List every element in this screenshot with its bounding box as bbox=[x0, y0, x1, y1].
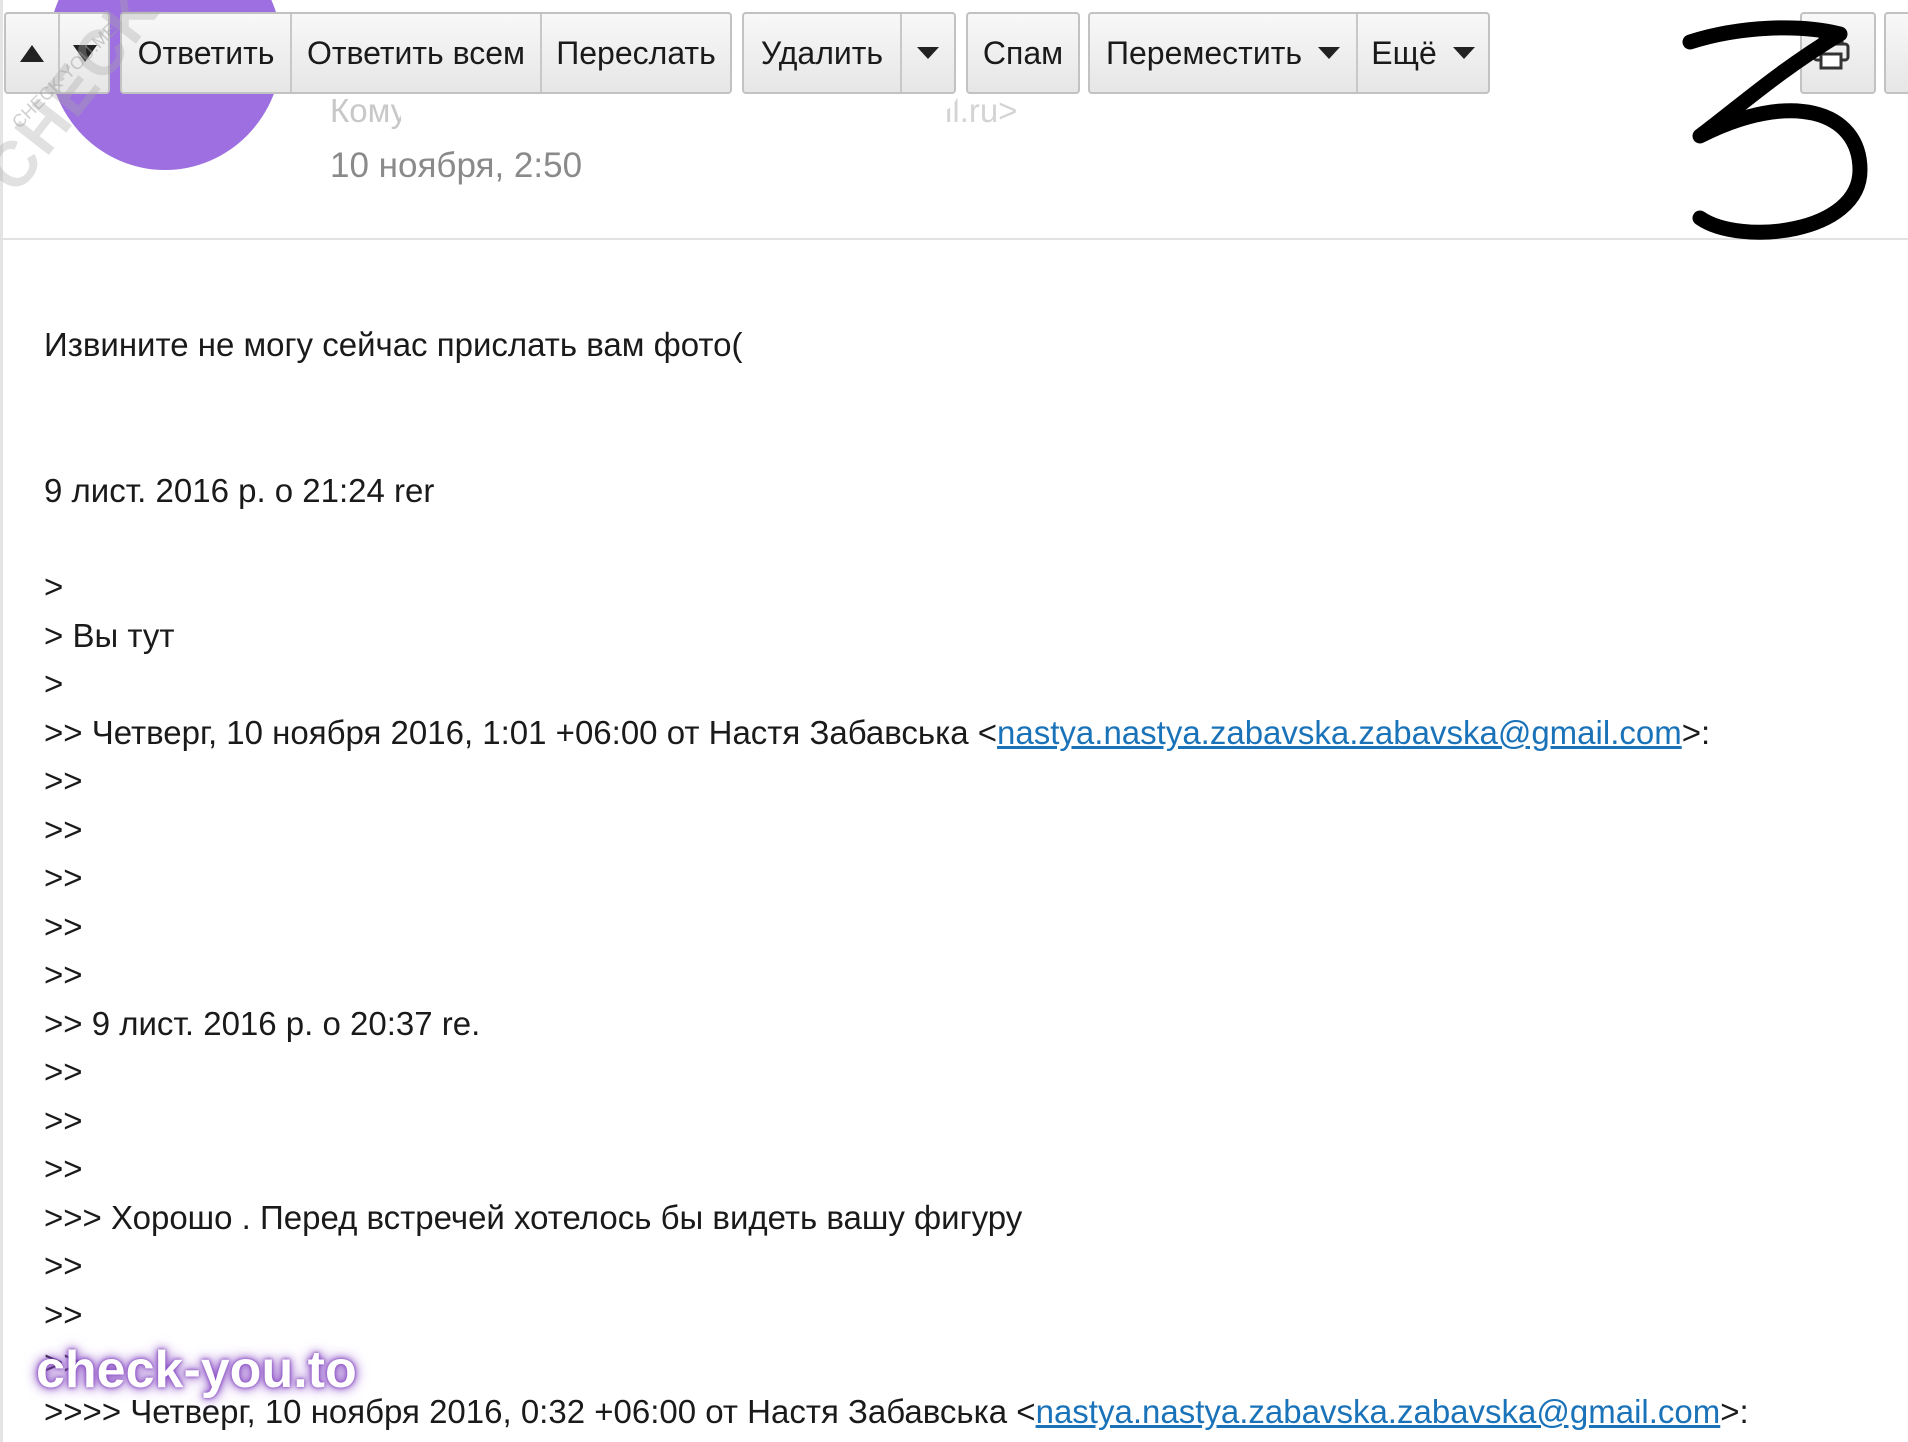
left-border bbox=[0, 0, 3, 1442]
quote-header-suffix: >: bbox=[1720, 1393, 1749, 1430]
move-label: Переместить bbox=[1105, 34, 1303, 71]
quote-line: >> bbox=[44, 1296, 83, 1333]
chevron-down-icon bbox=[1318, 47, 1341, 59]
quote-line: >> bbox=[44, 1053, 83, 1090]
quote-line: >> bbox=[44, 1150, 83, 1187]
recipient-label: Кому bbox=[330, 92, 408, 129]
move-button[interactable]: Переместить bbox=[1090, 14, 1356, 92]
quote-line: >> bbox=[44, 1102, 83, 1139]
quote-line: > bbox=[44, 665, 64, 702]
quote-line: >>> Хорошо . Перед встречей хотелось бы … bbox=[44, 1199, 1023, 1236]
quote-header: >> 9 лист. 2016 р. о 20:37 re. bbox=[44, 1005, 481, 1042]
more-button[interactable]: Ещё bbox=[1356, 14, 1488, 92]
delete-options-button[interactable] bbox=[900, 14, 954, 92]
quote-line: >> bbox=[44, 1247, 83, 1284]
sender-email-link[interactable]: nastya.nastya.zabavska.zabavska@gmail.co… bbox=[1036, 1393, 1721, 1430]
quote-line: > bbox=[44, 568, 64, 605]
quote-header-suffix: >: bbox=[1681, 714, 1711, 751]
more-label: Ещё bbox=[1371, 34, 1437, 71]
quote-line: >> bbox=[44, 762, 83, 799]
quote-line: > Вы тут bbox=[44, 617, 175, 654]
chevron-down-icon bbox=[1452, 47, 1475, 59]
quote-header: >> Четверг, 10 ноября 2016, 1:01 +06:00 … bbox=[44, 714, 1710, 752]
delete-button[interactable]: Удалить bbox=[744, 14, 900, 92]
reply-group: Ответить Ответить всем Переслать bbox=[120, 12, 732, 94]
quote-header-prefix: >> Четверг, 10 ноября 2016, 1:01 +06:00 … bbox=[44, 714, 998, 751]
spam-button[interactable]: Спам bbox=[966, 12, 1080, 94]
sender-email-link[interactable]: nastya.nastya.zabavska.zabavska@gmail.co… bbox=[997, 714, 1682, 751]
move-group: Переместить Ещё bbox=[1088, 12, 1490, 94]
redaction-mark bbox=[460, 470, 980, 514]
reply-all-button[interactable]: Ответить всем bbox=[290, 14, 540, 92]
header-divider bbox=[0, 238, 1908, 240]
handwritten-number bbox=[1682, 20, 1868, 240]
arrow-up-icon bbox=[20, 44, 44, 62]
quote-line: >> bbox=[44, 908, 83, 945]
chevron-down-icon bbox=[917, 47, 939, 59]
quote-line: >> bbox=[44, 859, 83, 896]
watermark-logo: check-you.to bbox=[36, 1341, 357, 1399]
quote-line: >> bbox=[44, 811, 83, 848]
quote-header: 9 лист. 2016 р. о 21:24 rer bbox=[44, 472, 435, 509]
message-date: 10 ноября, 2:50 bbox=[330, 146, 583, 185]
delete-group: Удалить bbox=[742, 12, 956, 94]
forward-button[interactable]: Переслать bbox=[540, 14, 730, 92]
quote-line: >> bbox=[44, 956, 83, 993]
message-line: Извините не могу сейчас прислать вам фот… bbox=[44, 326, 743, 363]
